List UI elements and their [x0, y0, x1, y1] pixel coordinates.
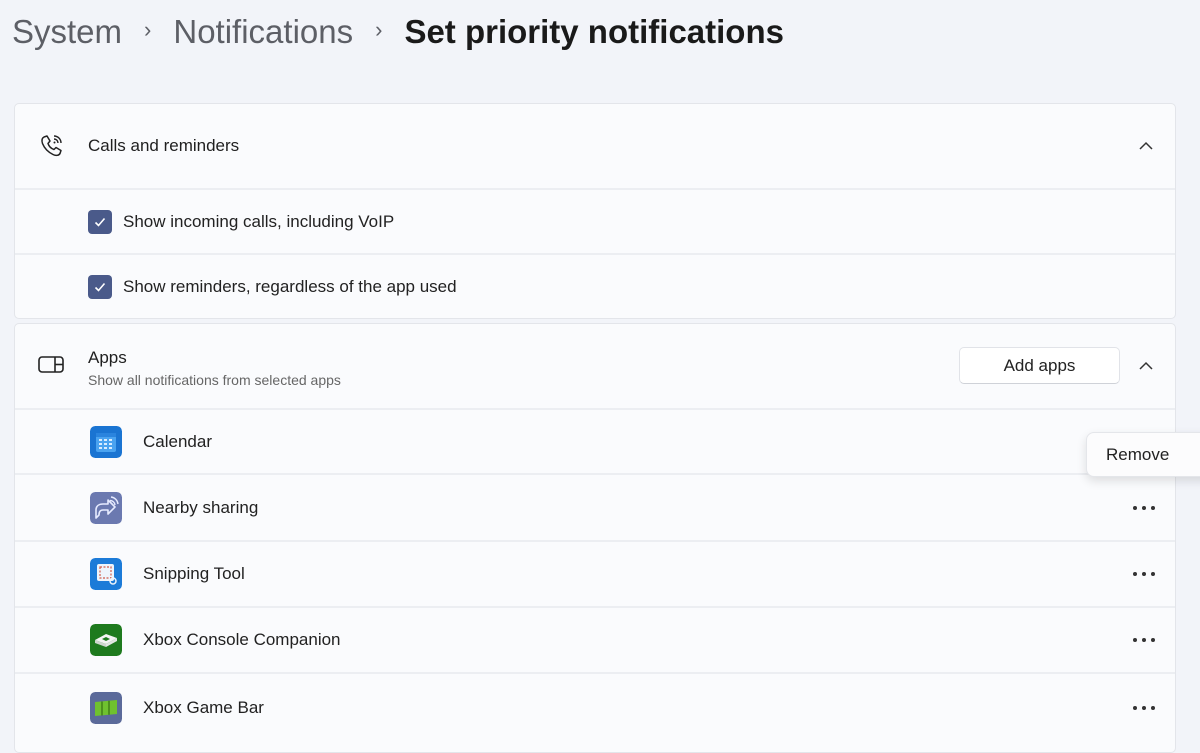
nearby-sharing-icon [90, 491, 122, 524]
app-row-snipping-tool: Snipping Tool [15, 542, 1175, 608]
app-window-icon [38, 356, 64, 373]
breadcrumb: System › Notifications › Set priority no… [12, 10, 784, 54]
app-name: Snipping Tool [143, 564, 245, 583]
show-reminders-option: Show reminders, regardless of the app us… [15, 255, 1175, 318]
show-incoming-calls-checkbox[interactable] [88, 209, 112, 234]
more-options-icon[interactable] [1133, 703, 1155, 713]
app-name: Xbox Console Companion [143, 630, 341, 649]
app-row-xbox-game-bar: Xbox Game Bar [15, 674, 1175, 742]
apps-title: Apps [88, 348, 127, 367]
phone-ringing-icon [41, 135, 62, 157]
xbox-game-bar-icon [90, 692, 122, 724]
more-options-icon[interactable] [1133, 503, 1155, 513]
snipping-tool-icon [90, 558, 122, 590]
checkmark-icon [94, 282, 106, 292]
apps-header[interactable]: Apps Show all notifications from selecte… [15, 324, 1175, 410]
xbox-console-companion-icon [90, 624, 122, 656]
app-name: Xbox Game Bar [143, 698, 264, 717]
checkmark-icon [94, 217, 106, 227]
apps-card: Apps Show all notifications from selecte… [14, 323, 1176, 753]
chevron-up-icon[interactable] [1137, 137, 1155, 155]
remove-menu-item[interactable]: Remove [1106, 445, 1169, 465]
breadcrumb-notifications[interactable]: Notifications [173, 13, 353, 51]
app-context-menu: Remove [1086, 432, 1200, 477]
calls-and-reminders-title: Calls and reminders [88, 136, 240, 155]
add-apps-button[interactable]: Add apps [959, 347, 1120, 384]
show-incoming-calls-option: Show incoming calls, including VoIP [15, 190, 1175, 255]
page-title: Set priority notifications [404, 13, 784, 50]
more-options-icon[interactable] [1133, 635, 1155, 645]
app-name: Nearby sharing [143, 497, 259, 517]
chevron-up-icon[interactable] [1137, 357, 1155, 375]
more-options-icon[interactable] [1133, 569, 1155, 579]
calendar-icon [90, 425, 122, 458]
calls-and-reminders-card: Calls and reminders Show incoming calls,… [14, 103, 1176, 319]
chevron-right-icon: › [144, 17, 152, 42]
show-reminders-label: Show reminders, regardless of the app us… [123, 276, 457, 296]
chevron-right-icon: › [375, 17, 383, 42]
app-row-calendar: Calendar [15, 410, 1175, 475]
show-incoming-calls-label: Show incoming calls, including VoIP [123, 211, 395, 231]
app-row-nearby-sharing: Nearby sharing [15, 475, 1175, 542]
apps-subtitle: Show all notifications from selected app… [88, 372, 341, 388]
calls-and-reminders-header[interactable]: Calls and reminders [15, 104, 1175, 190]
app-name: Calendar [143, 431, 212, 451]
app-row-xbox-console-companion: Xbox Console Companion [15, 608, 1175, 674]
show-reminders-checkbox[interactable] [88, 274, 112, 299]
breadcrumb-system[interactable]: System [12, 13, 122, 51]
